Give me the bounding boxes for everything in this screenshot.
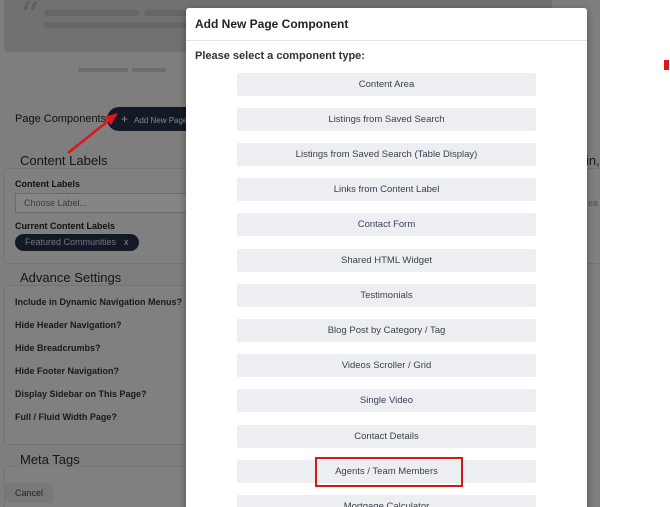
- component-option-blog-post[interactable]: Blog Post by Category / Tag: [237, 319, 536, 342]
- component-option-listings-saved-search[interactable]: Listings from Saved Search: [237, 108, 536, 131]
- red-marker: [664, 60, 669, 70]
- component-option-single-video[interactable]: Single Video: [237, 389, 536, 412]
- component-option-listings-table[interactable]: Listings from Saved Search (Table Displa…: [237, 143, 536, 166]
- component-option-videos-scroller[interactable]: Videos Scroller / Grid: [237, 354, 536, 377]
- right-margin: [600, 0, 670, 507]
- component-option-contact-details[interactable]: Contact Details: [237, 425, 536, 448]
- highlight-box: [315, 457, 463, 487]
- component-option-contact-form[interactable]: Contact Form: [237, 213, 536, 236]
- component-option-mortgage-calculator[interactable]: Mortgage Calculator: [237, 495, 536, 507]
- component-option-testimonials[interactable]: Testimonials: [237, 284, 536, 307]
- modal-prompt: Please select a component type:: [195, 50, 365, 62]
- component-option-shared-html-widget[interactable]: Shared HTML Widget: [237, 249, 536, 272]
- modal-title: Add New Page Component: [195, 17, 349, 31]
- component-option-links-content-label[interactable]: Links from Content Label: [237, 178, 536, 201]
- modal-header: Add New Page Component: [186, 8, 587, 41]
- add-component-modal: Add New Page Component Please select a c…: [186, 8, 587, 507]
- component-option-content-area[interactable]: Content Area: [237, 73, 536, 96]
